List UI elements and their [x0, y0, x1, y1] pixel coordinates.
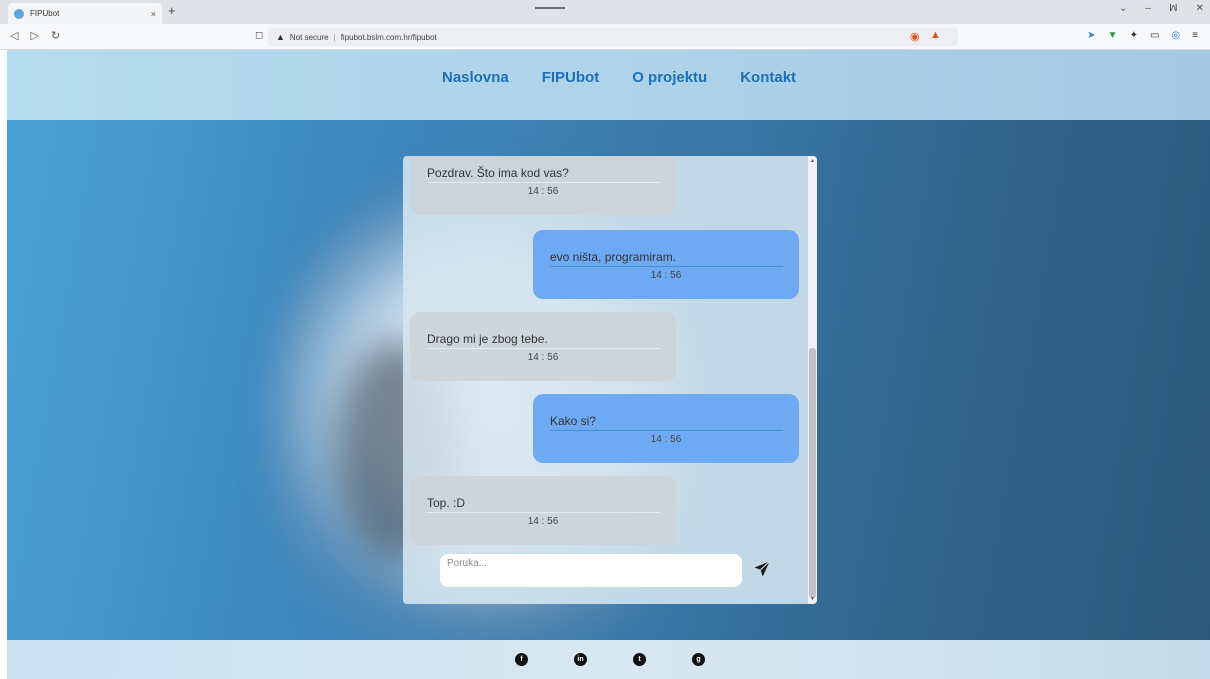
chat-message-bot: Top. :D 14 : 56 — [410, 476, 676, 545]
brave-shield-icon[interactable]: ◉ — [910, 30, 920, 43]
back-icon[interactable]: ◁ — [10, 29, 18, 42]
browser-tab-bar: FIPUbot × + ⌄ – ꟽ ✕ — [0, 0, 1210, 24]
chat-scrollbar[interactable]: ▲ ▼ — [808, 156, 817, 604]
message-time: 14 : 56 — [527, 186, 559, 197]
browser-tab[interactable]: FIPUbot × — [8, 3, 162, 24]
message-divider — [427, 182, 660, 183]
facebook-icon[interactable]: f — [515, 653, 528, 666]
twitter-icon[interactable]: t — [633, 653, 646, 666]
tab-search-icon[interactable]: ⌄ — [1119, 3, 1127, 14]
site-footer: f in t g — [7, 640, 1210, 679]
linkedin-icon[interactable]: in — [574, 653, 587, 666]
chat-message-bot: Pozdrav. Što ima kod vas? 14 : 56 — [410, 156, 676, 215]
message-time: 14 : 56 — [527, 516, 559, 527]
chat-window: Pozdrav. Što ima kod vas? 14 : 56 evo ni… — [403, 156, 817, 604]
tab-close-icon[interactable]: × — [151, 9, 156, 19]
new-tab-button[interactable]: + — [168, 3, 176, 18]
chat-message-user: Kako si? 14 : 56 — [533, 394, 799, 463]
message-divider — [427, 348, 660, 349]
github-icon[interactable]: g — [692, 653, 705, 666]
url-warning-label: Not secure — [289, 32, 329, 42]
message-divider — [550, 430, 783, 431]
message-text: evo ništa, programiram. — [550, 250, 677, 264]
reload-icon[interactable]: ↻ — [51, 29, 60, 42]
message-divider — [427, 512, 660, 513]
nav-link-naslovna[interactable]: Naslovna — [442, 69, 509, 86]
tab-strip-indicator — [535, 7, 565, 9]
message-text: Drago mi je zbog tebe. — [427, 332, 548, 346]
warning-icon: ▲ — [276, 32, 285, 42]
restore-button[interactable]: ꟽ — [1169, 3, 1178, 14]
window-controls: ⌄ – ꟽ ✕ — [1119, 3, 1204, 14]
site-header: Naslovna FIPUbot O projektu Kontakt — [7, 50, 1210, 120]
message-divider — [550, 266, 783, 267]
page-content: Naslovna FIPUbot O projektu Kontakt Pozd… — [7, 50, 1210, 679]
message-input[interactable] — [440, 554, 742, 587]
scroll-up-arrow-icon[interactable]: ▲ — [810, 158, 815, 164]
nav-link-o-projektu[interactable]: O projektu — [632, 69, 707, 86]
message-time: 14 : 56 — [650, 434, 682, 445]
chat-message-user: evo ništa, programiram. 14 : 56 — [533, 230, 799, 299]
menu-icon[interactable]: ≡ — [1192, 30, 1198, 41]
minimize-button[interactable]: – — [1145, 3, 1151, 14]
address-bar-row: ◁ ▷ ↻ ◻ ▲ Not secure | fipubot.bslm.com.… — [0, 24, 1210, 50]
url-separator: | — [333, 32, 336, 42]
scroll-down-arrow-icon[interactable]: ▼ — [810, 596, 815, 602]
extensions-puzzle-icon[interactable]: ✦ — [1130, 30, 1138, 41]
message-time: 14 : 56 — [527, 352, 559, 363]
extension-vue-icon[interactable]: ▼ — [1108, 30, 1118, 41]
tab-title: FIPUbot — [30, 9, 60, 18]
forward-icon[interactable]: ▷ — [30, 29, 38, 42]
nav-link-kontakt[interactable]: Kontakt — [740, 69, 796, 86]
wallet-icon[interactable]: ◎ — [1171, 30, 1180, 41]
brave-rewards-icon[interactable]: ▲ — [930, 29, 941, 41]
favicon-icon — [14, 8, 24, 19]
extensions-toolbar: ➤ ▼ ✦ ▭ ◎ ≡ — [1087, 30, 1198, 41]
message-text: Pozdrav. Što ima kod vas? — [427, 166, 569, 180]
sidebar-icon[interactable]: ▭ — [1150, 30, 1159, 41]
nav-link-fipubot[interactable]: FIPUbot — [542, 69, 600, 86]
close-window-button[interactable]: ✕ — [1196, 3, 1204, 14]
url-text: fipubot.bslm.com.hr/fipubot — [340, 32, 437, 42]
chat-message-bot: Drago mi je zbog tebe. 14 : 56 — [410, 312, 676, 381]
message-time: 14 : 56 — [650, 270, 682, 281]
navigation-buttons: ◁ ▷ ↻ — [10, 29, 60, 42]
extension-arrow-icon[interactable]: ➤ — [1087, 30, 1095, 41]
send-icon[interactable] — [753, 560, 771, 578]
message-text: Kako si? — [550, 414, 597, 428]
scrollbar-thumb[interactable] — [809, 348, 816, 598]
bookmark-icon[interactable]: ◻ — [255, 30, 263, 41]
site-nav: Naslovna FIPUbot O projektu Kontakt — [442, 69, 796, 86]
url-field[interactable]: ▲ Not secure | fipubot.bslm.com.hr/fipub… — [268, 28, 958, 46]
message-text: Top. :D — [427, 496, 466, 510]
